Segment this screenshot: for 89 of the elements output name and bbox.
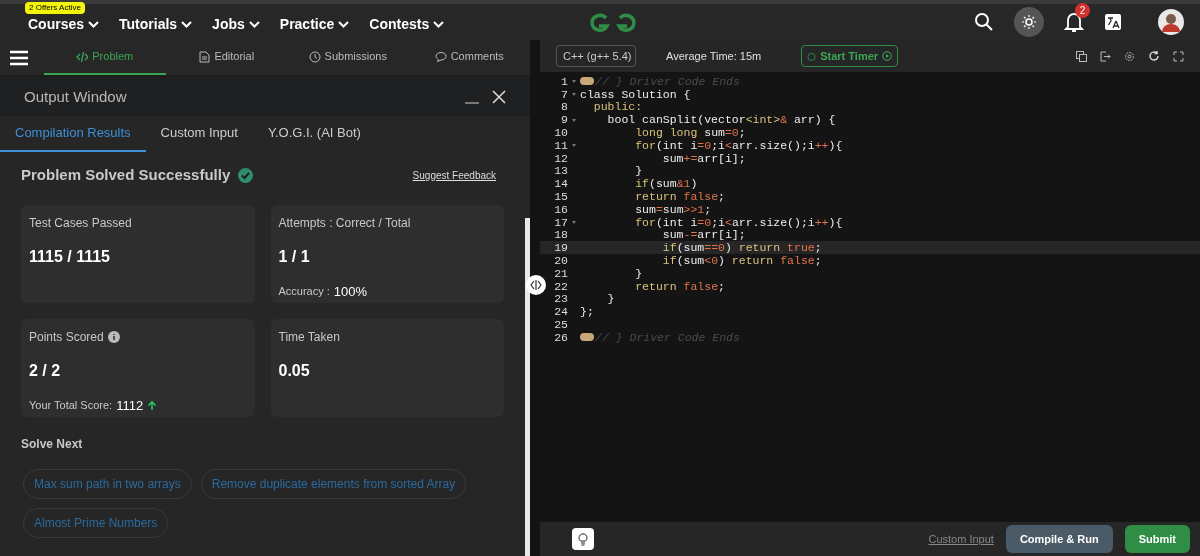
clock-icon [308, 50, 321, 63]
chevron-down-icon[interactable] [181, 20, 193, 28]
nav-link[interactable]: Courses [28, 13, 85, 35]
suggest-feedback-link[interactable]: Suggest Feedback [412, 167, 496, 183]
menu-icon[interactable] [10, 49, 28, 66]
copy-icon[interactable] [1076, 50, 1087, 62]
fold-arrow-icon[interactable] [571, 116, 577, 123]
chevron-down-icon[interactable] [433, 20, 445, 28]
stat-label: Attempts : Correct / Total [278, 214, 411, 232]
code-line: if(sum==0) return true; [661, 240, 822, 256]
stat-sub-value: 100% [333, 282, 368, 301]
settings-icon[interactable] [1124, 50, 1135, 62]
code-icon [76, 50, 89, 63]
import-icon[interactable] [1100, 50, 1111, 62]
stat-value: 0.05 [278, 360, 311, 381]
custom-input-link[interactable]: Custom Input [928, 530, 994, 548]
submit-button[interactable]: Submit [1124, 524, 1190, 554]
split-arrows-icon [530, 280, 542, 290]
code-line: sum+=arr[i]; [661, 151, 746, 167]
panel-title: Output Window [24, 86, 127, 107]
close-icon[interactable] [492, 90, 506, 104]
tab[interactable]: Compilation Results [0, 116, 146, 152]
logo-icon[interactable] [588, 12, 638, 34]
code-line: if(sum&1) [634, 176, 698, 192]
status-text: Problem Solved Successfully [21, 165, 231, 185]
stat-label: Test Cases Passed [29, 214, 132, 232]
sun-icon [1022, 15, 1036, 29]
stat-sub-label: Your Total Score: [29, 398, 113, 413]
hint-button[interactable] [572, 528, 594, 550]
section-heading: Solve Next [20, 435, 84, 453]
code-line: if(sum<0) return false; [661, 253, 822, 269]
code-line: sum-=arr[i]; [661, 228, 746, 243]
nav-link[interactable]: Contests [369, 13, 430, 35]
code-line: } [634, 163, 643, 179]
stat-value: 1 / 1 [278, 246, 311, 267]
fold-arrow-icon[interactable] [571, 219, 577, 226]
language-dropdown[interactable]: C++ (g++ 5.4) [556, 44, 636, 68]
stat-sub-value: 1112 [116, 396, 144, 415]
tab[interactable]: Submissions [287, 40, 409, 75]
code-line: bool canSplit(vector<int>& arr) { [606, 112, 836, 128]
average-time-text: Average Time: 15m [666, 48, 762, 64]
offer-badge: 2 Offers Active [25, 1, 85, 14]
tab[interactable]: Y.O.G.I. (AI Bot) [252, 116, 376, 152]
theme-toggle[interactable] [1014, 7, 1044, 37]
search-icon[interactable] [974, 12, 994, 32]
translate-icon[interactable] [1104, 13, 1122, 31]
tab[interactable]: Custom Input [145, 116, 253, 152]
scrollbar[interactable] [525, 218, 530, 556]
tab[interactable]: Editorial [165, 40, 287, 75]
stat-sub-label: Accuracy : [278, 284, 330, 299]
tab[interactable]: Comments [408, 40, 530, 75]
fullscreen-icon[interactable] [1173, 50, 1184, 62]
tab[interactable]: Problem [44, 40, 166, 75]
stat-value: 1115 / 1115 [29, 246, 111, 267]
stat-label: Time Taken [278, 328, 340, 346]
doc-icon [198, 50, 211, 63]
stat-label: Points Scored [29, 328, 104, 346]
stat-value: 2 / 2 [29, 360, 62, 381]
avatar-icon[interactable] [1158, 9, 1184, 35]
nav-link[interactable]: Jobs [212, 13, 245, 35]
start-timer-button[interactable]: Start Timer [801, 44, 899, 68]
code-line: }; [580, 304, 594, 321]
code-line: long long sum=0; [634, 125, 746, 141]
reset-icon[interactable] [1148, 50, 1160, 62]
lightbulb-icon [576, 532, 590, 546]
chat-icon [434, 50, 447, 63]
code-line: class Solution { [580, 87, 691, 102]
code-line: } [606, 291, 615, 308]
fold-arrow-icon[interactable] [571, 142, 577, 149]
code-line: } [634, 265, 643, 282]
play-icon [882, 51, 893, 61]
code-line: return false; [634, 279, 725, 295]
nav-link[interactable]: Practice [279, 13, 335, 35]
notification-count: 2 [1075, 3, 1090, 18]
compile-run-button[interactable]: Compile & Run [1005, 524, 1113, 554]
check-icon [238, 167, 254, 183]
fold-marker-icon[interactable] [580, 333, 594, 342]
chevron-down-icon[interactable] [338, 20, 350, 28]
fold-arrow-icon[interactable] [571, 78, 577, 85]
code-line: public: [592, 99, 643, 115]
chevron-down-icon[interactable] [248, 20, 260, 28]
code-line: for(int i=0;i<arr.size();i++){ [634, 215, 843, 230]
chevron-down-icon[interactable] [88, 20, 100, 28]
info-icon[interactable] [107, 330, 120, 343]
nav-link[interactable]: Tutorials [119, 13, 178, 35]
alarm-icon [807, 51, 817, 61]
code-line: for(int i=0;i<arr.size();i++){ [634, 138, 843, 154]
fold-arrow-icon[interactable] [571, 91, 577, 98]
fold-marker-icon[interactable] [580, 77, 594, 86]
